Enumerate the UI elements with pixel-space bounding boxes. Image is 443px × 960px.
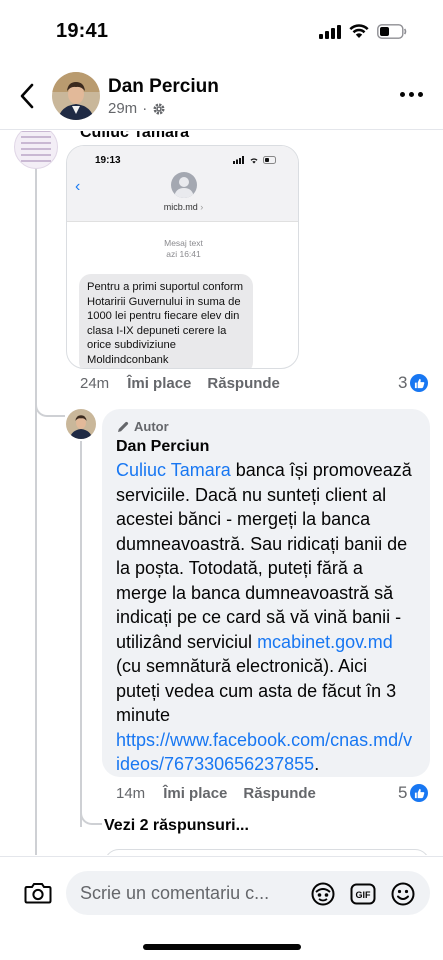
post-header: Dan Perciun 29m · (0, 64, 443, 130)
avatar-sticker-icon (311, 882, 335, 906)
emoji-icon (391, 882, 415, 906)
like-reaction-icon (410, 784, 429, 802)
sms-sender-name: micb.md (163, 202, 198, 212)
sms-message-bubble: Pentru a primi suportul conform Hotariri… (79, 274, 253, 368)
next-comment-preview[interactable] (104, 849, 430, 855)
reply-bubble: Autor Dan Perciun Culiuc Tamara banca îș… (102, 409, 430, 777)
battery-icon (263, 156, 276, 164)
post-meta: 29m · (108, 100, 166, 117)
author-avatar[interactable] (52, 72, 100, 120)
reply-author-avatar[interactable] (66, 409, 96, 439)
sms-status-time: 19:13 (95, 155, 121, 166)
reaction-count[interactable]: 3 (398, 373, 429, 393)
pencil-icon (118, 421, 129, 432)
reaction-count[interactable]: 5 (398, 783, 429, 803)
emoji-button[interactable] (390, 881, 416, 907)
reply-text-part: (cu semnătură electronică). Aici puteți … (116, 656, 397, 725)
status-time: 19:41 (56, 20, 109, 42)
post-time: 29m (108, 100, 138, 117)
battery-icon (377, 24, 407, 39)
thread-branch (35, 401, 65, 417)
reply-text-part: banca își promovează serviciile. Dacă nu… (116, 460, 412, 652)
privacy-gear-icon[interactable] (152, 102, 166, 116)
comment-actions: 24m Îmi place Răspunde (80, 375, 296, 392)
sms-sender: micb.md › (67, 202, 298, 212)
sms-kind-label: Mesaj text (164, 238, 203, 248)
wifi-icon (250, 158, 258, 164)
status-bar: 19:41 (0, 0, 443, 64)
reply-button[interactable]: Răspunde (243, 785, 316, 802)
author-badge: Autor (116, 419, 416, 434)
reply-text-end: . (314, 754, 320, 774)
back-button[interactable] (14, 80, 42, 112)
reply-text: Culiuc Tamara banca își promovează servi… (116, 458, 416, 777)
sms-meta: Mesaj text azi 16:41 (67, 238, 298, 260)
comment-thread: Culiuc Tamara 19:13 ‹ micb.md › Mesaj te… (0, 131, 443, 855)
more-dot-icon (409, 92, 414, 97)
sms-received-time: azi 16:41 (166, 249, 201, 259)
comment-composer: Scrie un comentariu c... GIF (0, 856, 443, 960)
reply-button[interactable]: Răspunde (207, 375, 280, 392)
camera-button[interactable] (24, 881, 52, 905)
commenter-name[interactable]: Culiuc Tamara (80, 131, 189, 142)
gif-label: GIF (356, 890, 372, 900)
comment-placeholder: Scrie un comentariu c... (80, 883, 270, 903)
more-dot-icon (400, 92, 405, 97)
view-replies-link[interactable]: Vezi 2 răspunsuri... (104, 817, 249, 835)
video-link[interactable]: https://www.facebook.com/cnas.md/videos/… (116, 730, 412, 775)
more-dot-icon (418, 92, 423, 97)
reply-branch (80, 807, 102, 825)
reaction-count-value: 3 (398, 373, 408, 392)
like-reaction-icon (410, 374, 429, 392)
signal-icon (233, 156, 244, 164)
sms-header: 19:13 ‹ micb.md › (67, 146, 298, 222)
like-button[interactable]: Îmi place (127, 375, 191, 392)
thread-connector (35, 161, 37, 855)
home-indicator[interactable] (143, 944, 301, 950)
comment-age: 24m (80, 375, 110, 392)
mention-link[interactable]: Culiuc Tamara (116, 460, 231, 480)
camera-icon (24, 883, 52, 904)
author-badge-label: Autor (134, 419, 169, 434)
sms-contact-icon (171, 172, 197, 198)
reply-author-name[interactable]: Dan Perciun (116, 438, 416, 456)
author-name[interactable]: Dan Perciun (108, 76, 219, 98)
reply-actions: 14m Îmi place Răspunde (116, 785, 332, 802)
signal-icon (319, 24, 341, 39)
chevron-left-icon (20, 83, 34, 109)
sms-back-icon: ‹ (75, 178, 81, 195)
commenter-avatar[interactable] (14, 131, 58, 169)
wifi-icon (349, 24, 369, 38)
meta-separator: · (142, 100, 148, 117)
more-options-button[interactable] (400, 92, 423, 97)
reply-connector (80, 441, 82, 827)
mcabinet-link[interactable]: mcabinet.gov.md (257, 632, 393, 652)
gif-button[interactable]: GIF (350, 881, 376, 907)
reaction-count-value: 5 (398, 783, 408, 802)
like-button[interactable]: Îmi place (163, 785, 227, 802)
avatar-sticker-button[interactable] (310, 881, 336, 907)
reply-age: 14m (116, 785, 146, 802)
comment-attachment-image[interactable]: 19:13 ‹ micb.md › Mesaj text azi 16:41 P… (66, 145, 299, 369)
gif-icon: GIF (350, 883, 376, 905)
sms-status-icons (233, 156, 278, 164)
sms-sender-chevron: › (200, 202, 204, 212)
comment-input[interactable]: Scrie un comentariu c... GIF (66, 871, 430, 915)
status-icons (319, 24, 407, 39)
